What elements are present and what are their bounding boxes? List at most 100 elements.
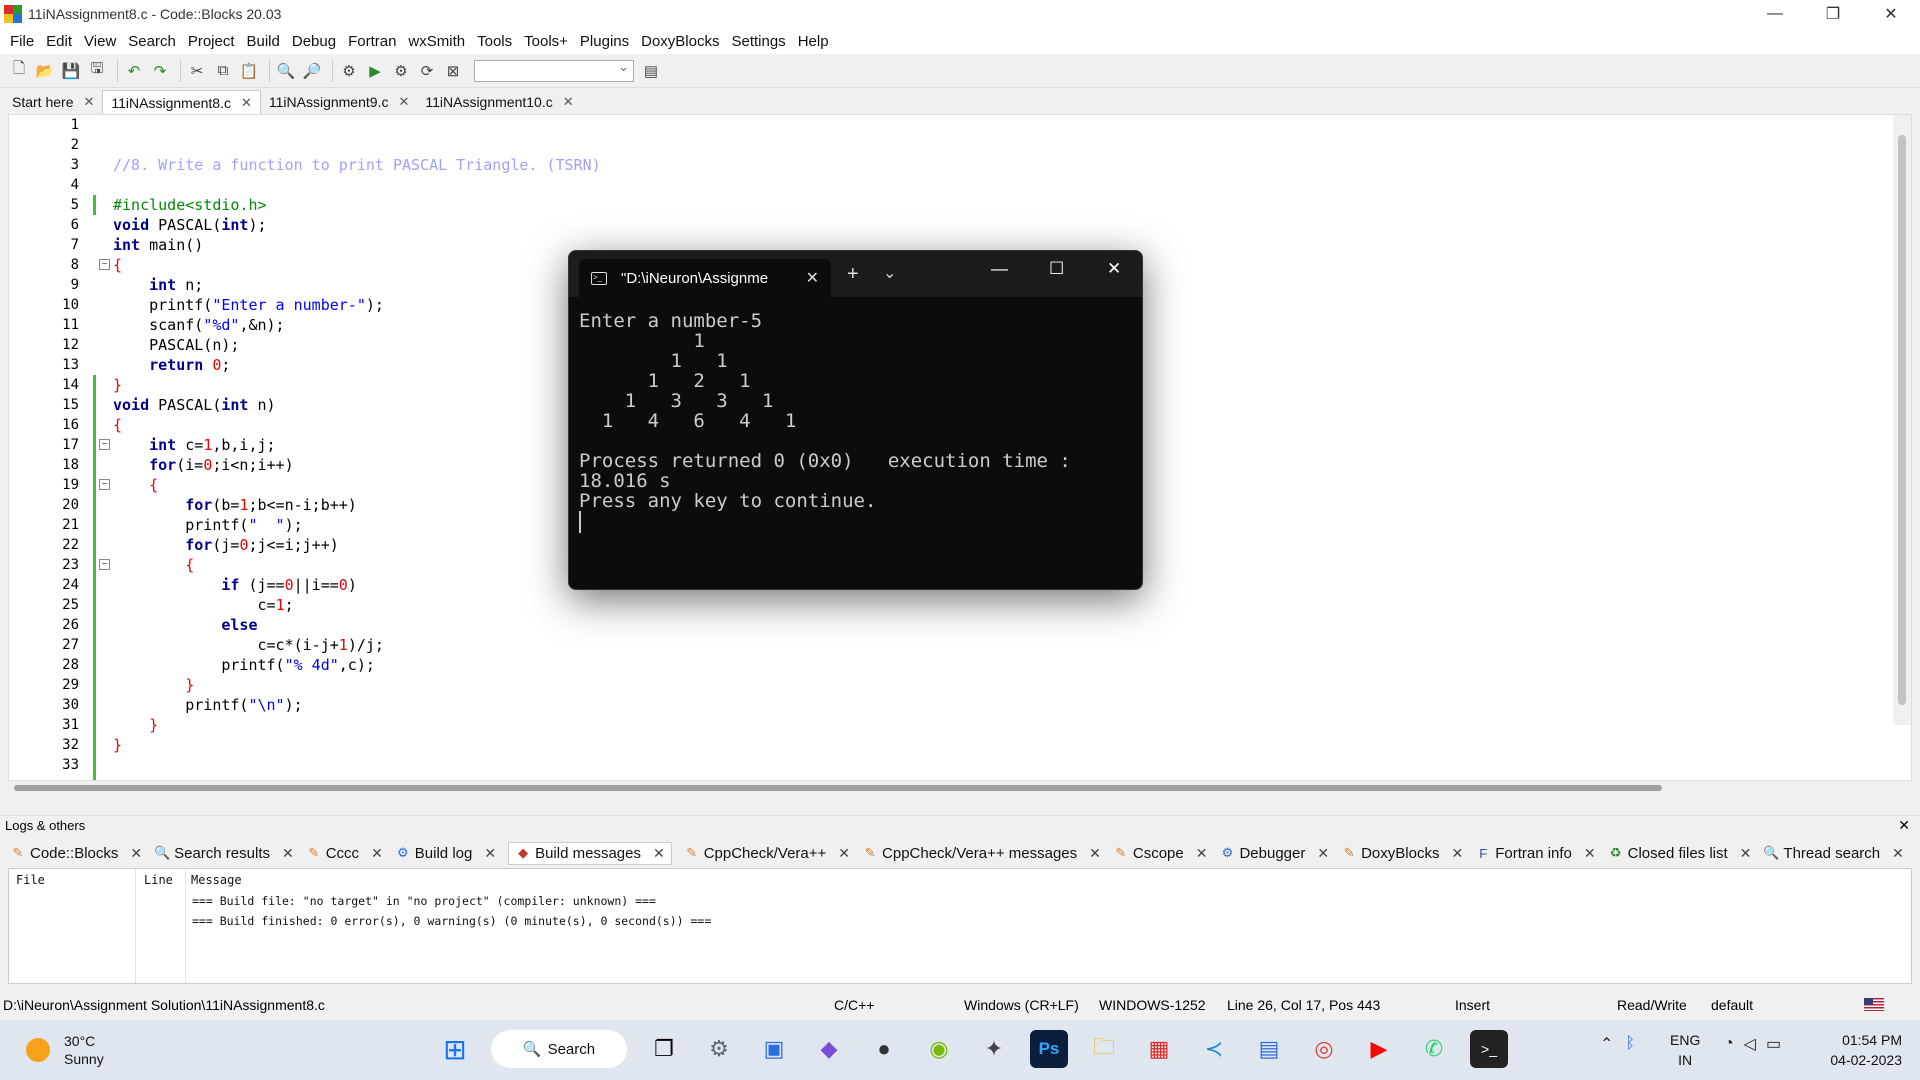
nvidia-icon[interactable]: ◉ [920, 1030, 958, 1068]
close-tab-icon[interactable]: ✕ [838, 845, 850, 862]
code-line[interactable]: } [113, 735, 122, 755]
close-tab-icon[interactable]: ✕ [1451, 845, 1463, 862]
menu-view[interactable]: View [78, 33, 122, 50]
build-gear-icon[interactable]: ⚙ [338, 60, 360, 82]
menu-fortran[interactable]: Fortran [342, 33, 402, 50]
code-line[interactable]: scanf("%d",&n); [113, 315, 284, 335]
close-tab-icon[interactable]: ✕ [1317, 845, 1329, 862]
undo-icon[interactable]: ↶ [123, 60, 145, 82]
logs-tab-cppcheck-vera-messages[interactable]: ✎ CppCheck/Vera++ messages ✕ [862, 845, 1101, 862]
close-tab-icon[interactable]: ✕ [806, 268, 819, 288]
code-line[interactable]: #include<stdio.h> [113, 195, 267, 215]
logs-close-icon[interactable]: ✕ [1898, 817, 1910, 834]
code-line[interactable]: return 0; [113, 355, 230, 375]
logs-tab-search-results[interactable]: 🔍 Search results ✕ [154, 845, 294, 862]
save-icon[interactable]: 💾 [60, 60, 82, 82]
close-tab-icon[interactable]: ✕ [130, 845, 142, 862]
close-tab-icon[interactable]: ✕ [398, 94, 409, 110]
menu-file[interactable]: File [4, 33, 40, 50]
build-message[interactable]: === Build file: "no target" in "no proje… [192, 894, 656, 908]
code-line[interactable]: int main() [113, 235, 203, 255]
logs-tab-cscope[interactable]: ✎ Cscope ✕ [1113, 845, 1208, 862]
fold-icon[interactable]: − [99, 439, 110, 450]
logs-tab-build-messages[interactable]: ◆ Build messages ✕ [508, 841, 672, 865]
fold-icon[interactable]: − [99, 479, 110, 490]
code-line[interactable]: PASCAL(n); [113, 335, 239, 355]
logs-tab-debugger[interactable]: ⚙ Debugger ✕ [1219, 845, 1329, 862]
close-tab-icon[interactable]: ✕ [241, 95, 252, 111]
close-tab-icon[interactable]: ✕ [1740, 845, 1752, 862]
clock[interactable]: 01:54 PM 04-02-2023 [1830, 1030, 1902, 1070]
menu-search[interactable]: Search [122, 33, 182, 50]
menu-doxyblocks[interactable]: DoxyBlocks [635, 33, 725, 50]
code-line[interactable]: int n; [113, 275, 203, 295]
fold-icon[interactable]: − [99, 559, 110, 570]
menu-help[interactable]: Help [792, 33, 835, 50]
restore-button[interactable]: ❐ [1804, 0, 1862, 28]
scrollbar-thumb[interactable] [14, 785, 1662, 791]
whatsapp-icon[interactable]: ✆ [1415, 1030, 1453, 1068]
menu-tools-plus[interactable]: Tools+ [518, 33, 574, 50]
close-tab-icon[interactable]: ✕ [1196, 845, 1208, 862]
code-line[interactable]: c=1; [113, 595, 293, 615]
code-line[interactable]: for(i=0;i<n;i++) [113, 455, 294, 475]
build-message[interactable]: === Build finished: 0 error(s), 0 warnin… [192, 914, 711, 928]
menu-project[interactable]: Project [182, 33, 241, 50]
code-line[interactable]: //8. Write a function to print PASCAL Tr… [113, 155, 601, 175]
quick-settings[interactable]: ◔ ◁ ▭ [1724, 1034, 1781, 1054]
weather-widget[interactable]: 30°C Sunny [26, 1032, 104, 1068]
paste-icon[interactable]: 📋 [238, 60, 260, 82]
code-line[interactable]: int c=1,b,i,j; [113, 435, 275, 455]
close-tab-icon[interactable]: ✕ [1584, 845, 1596, 862]
close-tab-icon[interactable]: ✕ [653, 845, 665, 862]
menu-settings[interactable]: Settings [725, 33, 791, 50]
logs-tab-closed-files-list[interactable]: ♻ Closed files list ✕ [1608, 845, 1752, 862]
close-tab-icon[interactable]: ✕ [484, 845, 496, 862]
build-and-run-icon[interactable]: ⚙ [390, 60, 412, 82]
start-icon[interactable]: ⊞ [436, 1030, 474, 1068]
menu-edit[interactable]: Edit [40, 33, 78, 50]
vscode-icon[interactable]: ≺ [1195, 1030, 1233, 1068]
vertical-scrollbar[interactable] [1893, 115, 1911, 725]
code-line[interactable]: printf("% 4d",c); [113, 655, 375, 675]
column-header-file[interactable]: File [16, 873, 45, 887]
code-line[interactable]: printf("\n"); [113, 695, 302, 715]
code-line[interactable]: for(b=1;b<=n-i;b++) [113, 495, 357, 515]
build-target-select[interactable] [474, 59, 634, 82]
menu-plugins[interactable]: Plugins [574, 33, 635, 50]
tab-11inassignment10[interactable]: 11iNAssignment10.c ✕ [417, 90, 582, 114]
new-file-icon[interactable]: 🗋 [8, 60, 30, 82]
abort-icon[interactable]: ⊠ [442, 60, 464, 82]
code-line[interactable]: printf(" "); [113, 515, 302, 535]
terminal-window[interactable]: >_ "D:\iNeuron\Assignme ✕ + ⌄ — ☐ ✕ Ente… [568, 250, 1143, 590]
find-icon[interactable]: 🔍 [275, 60, 297, 82]
bluetooth-icon[interactable]: ᛒ [1625, 1035, 1635, 1053]
davinci-resolve-icon[interactable]: ✦ [975, 1030, 1013, 1068]
code-line[interactable]: { [113, 415, 122, 435]
save-all-icon[interactable]: 🖫 [86, 60, 108, 82]
logs-tab-code-blocks[interactable]: ✎ Code::Blocks ✕ [10, 845, 143, 862]
code-line[interactable]: void PASCAL(int n) [113, 395, 276, 415]
close-tab-icon[interactable]: ✕ [371, 845, 383, 862]
tab-11inassignment8[interactable]: 11iNAssignment8.c ✕ [102, 90, 261, 114]
logs-tab-doxyblocks[interactable]: ✎ DoxyBlocks ✕ [1341, 845, 1464, 862]
code-line[interactable]: for(j=0;j<=i;j++) [113, 535, 339, 555]
codeblocks-taskbar-icon[interactable]: ▦ [1140, 1030, 1178, 1068]
close-tab-icon[interactable]: ✕ [1892, 845, 1904, 862]
tab-dropdown-button[interactable]: ⌄ [883, 263, 896, 283]
logs-tab-thread-search[interactable]: 🔍 Thread search ✕ [1763, 845, 1904, 862]
file-explorer-icon[interactable]: 🗀 [1085, 1030, 1123, 1068]
code-line[interactable]: { [113, 555, 194, 575]
code-line[interactable]: } [113, 375, 122, 395]
code-line[interactable]: if (j==0||i==0) [113, 575, 356, 595]
logs-tab-cppcheck-vera[interactable]: ✎ CppCheck/Vera++ ✕ [684, 845, 850, 862]
notepad-icon[interactable]: ▤ [1250, 1030, 1288, 1068]
menu-debug[interactable]: Debug [286, 33, 342, 50]
input-language[interactable]: ENG IN [1670, 1030, 1700, 1070]
show-select-target-icon[interactable]: ▤ [640, 60, 662, 82]
run-icon[interactable]: ▶ [364, 60, 386, 82]
clipchamp-icon[interactable]: ◆ [810, 1030, 848, 1068]
youtube-icon[interactable]: ▶ [1360, 1030, 1398, 1068]
logs-tab-cccc[interactable]: ✎ Cccc ✕ [306, 845, 383, 862]
terminal-close-button[interactable]: ✕ [1107, 259, 1121, 279]
